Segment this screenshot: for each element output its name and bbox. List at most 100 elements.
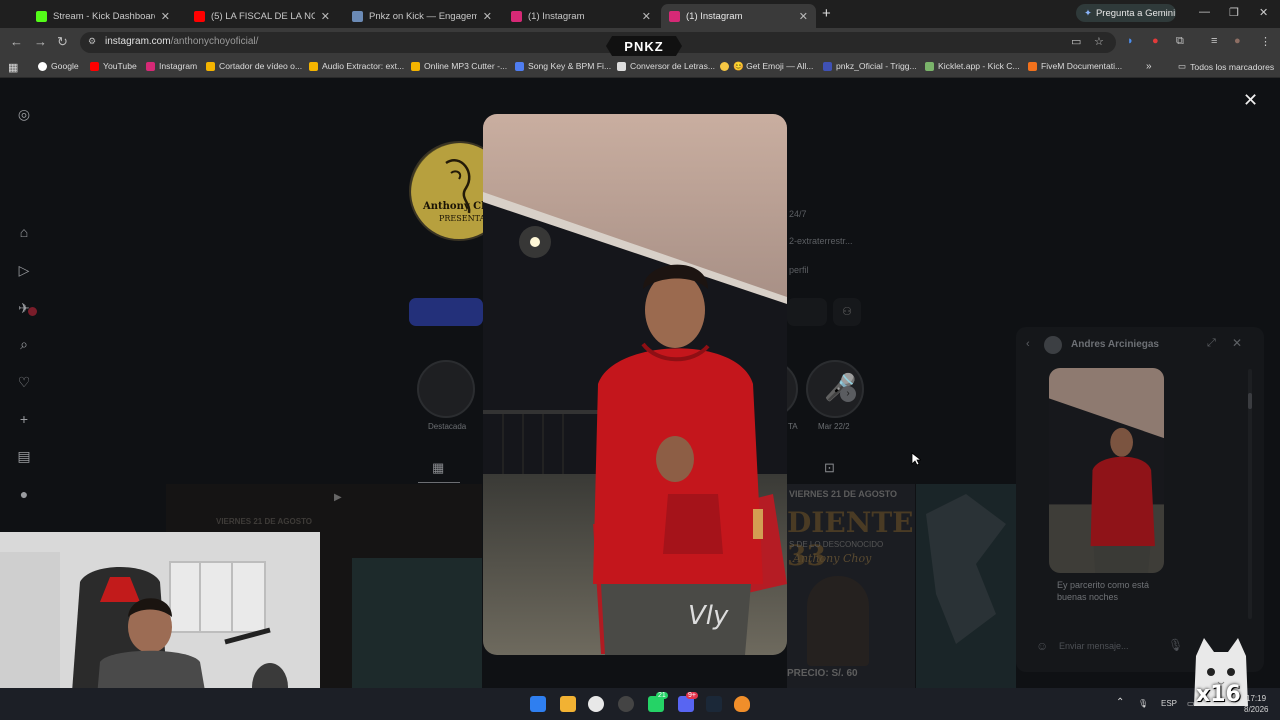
sparkle-icon: ✦ [1084, 7, 1092, 19]
steam-icon[interactable] [706, 696, 722, 712]
minimize-icon[interactable]: — [1199, 6, 1210, 18]
instagram-icon [669, 10, 680, 22]
posts-grid-icon[interactable]: ▦ [432, 460, 444, 476]
youtube-icon [194, 10, 205, 22]
close-tab-icon[interactable]: ✕ [321, 10, 330, 23]
reels-icon[interactable]: ▷ [16, 262, 32, 278]
heart-icon[interactable]: ♡ [16, 374, 32, 390]
bookmark-cortador[interactable]: Cortador de vídeo o... [206, 61, 302, 71]
extension-shield-icon[interactable]: ● [1152, 35, 1159, 47]
windows-start-icon[interactable] [530, 696, 546, 712]
microphone-icon[interactable]: 🎙 [1168, 638, 1183, 652]
pnkz-logo-overlay: PNKZ [606, 36, 682, 56]
forward-icon[interactable]: → [34, 34, 47, 49]
bookmark-pnkz-oficial[interactable]: pnkz_Oficial - Trigg... [823, 61, 917, 71]
bookmark-label: Conversor de Letras... [630, 61, 716, 71]
fivem-icon [1028, 61, 1037, 71]
bookmark-fivem[interactable]: FiveM Documentati... [1028, 61, 1122, 71]
tab-instagram-active[interactable]: (1) Instagram ✕ [661, 4, 816, 28]
reel-icon: ▶ [334, 492, 342, 503]
message-input[interactable]: Enviar mensaje... [1059, 641, 1129, 651]
shared-photo[interactable] [1049, 368, 1164, 573]
post-thumbnail[interactable]: VIERNES 21 DE AGOSTO DIENTE 33 S DE LO D… [787, 484, 915, 688]
brave-icon[interactable] [734, 696, 750, 712]
instagram-logo-icon[interactable]: ◎ [16, 106, 32, 122]
shared-photo-thumb [1049, 368, 1164, 573]
highlight-mar[interactable]: 🎤 [806, 360, 864, 418]
bookmark-label: Online MP3 Cutter -... [424, 61, 508, 71]
dashboard-icon[interactable]: ▤ [16, 448, 32, 464]
chevron-right-icon[interactable]: › [840, 386, 856, 402]
highlight-destacada[interactable] [417, 360, 475, 418]
search-icon[interactable]: ⌕ [16, 336, 32, 352]
bookmark-star-icon[interactable]: ☆ [1094, 35, 1104, 48]
message-button[interactable] [787, 298, 827, 326]
microphone-icon[interactable]: 🎙 [1138, 699, 1148, 708]
close-tab-icon[interactable]: ✕ [799, 10, 808, 23]
maximize-icon[interactable]: ❐ [1229, 6, 1239, 19]
follow-button[interactable] [409, 298, 483, 326]
bookmark-instagram[interactable]: Instagram [146, 61, 197, 71]
bookmark-song-key[interactable]: Song Key & BPM Fi... [515, 61, 611, 71]
post-date: VIERNES 21 DE AGOSTO [216, 517, 313, 526]
address-bar[interactable]: ⚙ instagram.com/anthonychoyoficial/ [80, 32, 1116, 53]
bio-line: perfil [789, 265, 809, 275]
close-window-icon[interactable]: ✕ [1259, 6, 1268, 19]
tab-youtube[interactable]: (5) LA FISCAL DE LA NOCHE - F ✕ [186, 4, 338, 28]
media-icon[interactable]: ≡ [1211, 35, 1217, 47]
profile-avatar-icon[interactable]: ● [1234, 35, 1241, 47]
install-icon[interactable]: ▭ [1071, 35, 1081, 48]
bookmark-mp3-cutter[interactable]: Online MP3 Cutter -... [411, 61, 507, 71]
multicolor-icon [206, 61, 215, 71]
post-thumbnail[interactable] [916, 484, 1016, 688]
home-icon[interactable]: ⌂ [16, 224, 32, 240]
close-chat-icon[interactable]: ✕ [1232, 336, 1242, 350]
file-explorer-icon[interactable] [560, 696, 576, 712]
tagged-icon[interactable]: ⊡ [824, 460, 835, 476]
post-photo-modal[interactable]: Vly [483, 114, 787, 655]
bookmark-youtube[interactable]: YouTube [90, 61, 137, 71]
bookmark-audio-extractor[interactable]: Audio Extractor: ext... [309, 61, 404, 71]
chevron-left-icon[interactable]: ‹ [1026, 338, 1030, 350]
bookmark-kicklet[interactable]: Kicklet.app - Kick C... [925, 61, 1020, 71]
bio-link[interactable]: 2-extraterrestr... [789, 236, 853, 246]
extension-icon[interactable]: ◗ [1127, 35, 1134, 47]
bookmark-label: 😊 Get Emoji — All... [733, 61, 814, 71]
add-person-icon[interactable]: ⚇ [833, 298, 861, 326]
puzzle-icon[interactable]: ⧉ [1176, 35, 1184, 48]
bookmark-get-emoji[interactable]: 😊 Get Emoji — All... [720, 61, 813, 72]
apps-grid-icon[interactable]: ▦ [8, 61, 18, 74]
bookmark-conversor[interactable]: Conversor de Letras... [617, 61, 715, 71]
reload-icon[interactable]: ↻ [57, 34, 68, 50]
chat-contact-name[interactable]: Andres Arciniegas [1071, 339, 1159, 350]
new-tab-icon[interactable]: + [822, 5, 831, 22]
gemini-button[interactable]: ✦ Pregunta a Gemini [1076, 4, 1176, 22]
close-tab-icon[interactable]: ✕ [161, 10, 170, 23]
tab-pnkz-kick[interactable]: Pnkz on Kick — Engagement A ✕ [344, 4, 500, 28]
bookmark-google[interactable]: Google [38, 61, 79, 71]
emoji-icon[interactable]: ☺ [1036, 639, 1048, 653]
scrollbar-thumb[interactable] [1248, 393, 1252, 409]
chrome-icon[interactable] [588, 696, 604, 712]
language-indicator[interactable]: ESP [1161, 699, 1177, 708]
tab-kick-dashboard[interactable]: Stream - Kick Dashboard ✕ [28, 4, 178, 28]
post-art [352, 558, 482, 688]
chat-scrollbar[interactable] [1248, 369, 1252, 619]
tab-label: Pnkz on Kick — Engagement A [369, 10, 477, 22]
tray-chevron-up-icon[interactable]: ⌃ [1116, 697, 1124, 708]
post-photo: Vly [483, 114, 787, 655]
create-icon[interactable]: + [16, 411, 32, 427]
expand-icon[interactable]: ⤢ [1207, 337, 1216, 350]
close-modal-icon[interactable]: ✕ [1243, 90, 1258, 111]
profile-pic-text: Anthony Ch [423, 201, 489, 212]
menu-icon[interactable]: ⋮ [1260, 35, 1271, 48]
close-tab-icon[interactable]: ✕ [483, 10, 492, 23]
profile-avatar-icon[interactable]: ● [16, 486, 32, 502]
all-bookmarks-folder[interactable]: ▭ Todos los marcadores [1178, 61, 1274, 72]
obs-icon[interactable] [618, 696, 634, 712]
site-info-icon[interactable]: ⚙ [88, 36, 96, 47]
back-icon[interactable]: ← [10, 34, 23, 49]
close-tab-icon[interactable]: ✕ [642, 10, 651, 23]
tab-instagram-1[interactable]: (1) Instagram ✕ [503, 4, 659, 28]
more-bookmarks-icon[interactable]: » [1146, 61, 1152, 72]
